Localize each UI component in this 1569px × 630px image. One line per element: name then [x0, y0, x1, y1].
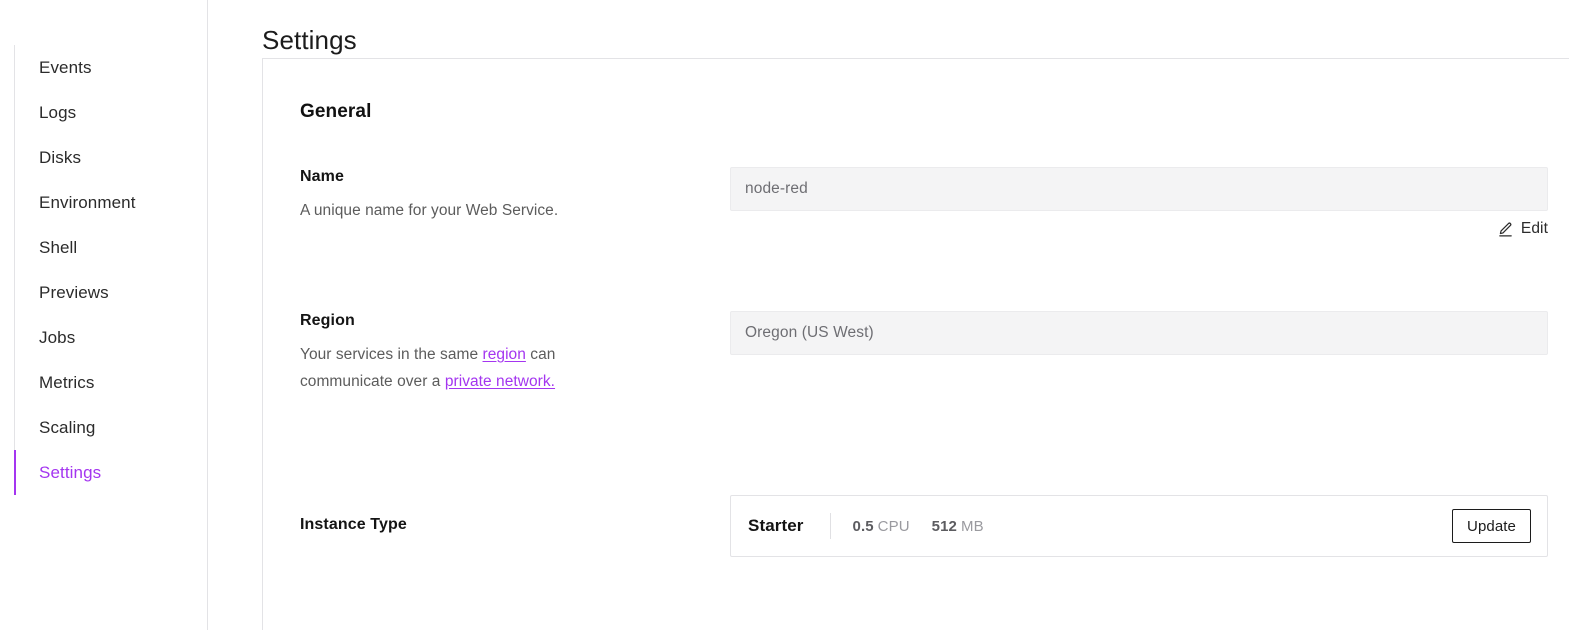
instance-cpu-unit: CPU: [878, 518, 910, 535]
region-link[interactable]: region: [483, 346, 526, 363]
sidebar-item-label: Disks: [39, 149, 81, 166]
region-input-value: Oregon (US West): [745, 324, 874, 342]
sidebar-item-label: Logs: [39, 104, 76, 121]
sidebar-nav: Events Logs Disks Environment Shell Prev…: [0, 45, 208, 495]
settings-page: Events Logs Disks Environment Shell Prev…: [0, 0, 1569, 630]
pencil-icon: [1497, 221, 1514, 238]
instance-cpu-value: 0.5: [853, 518, 874, 535]
instance-memory-unit: MB: [961, 518, 984, 535]
region-desc-part1: Your services in the same: [300, 346, 483, 363]
sidebar-item-label: Metrics: [39, 374, 94, 391]
name-input[interactable]: node-red: [730, 167, 1548, 211]
sidebar-item-settings[interactable]: Settings: [14, 450, 208, 495]
region-label-col: Region Your services in the same region …: [300, 311, 660, 395]
name-description: A unique name for your Web Service.: [300, 197, 600, 224]
page-title: Settings: [262, 25, 357, 56]
sidebar-item-label: Environment: [39, 194, 136, 211]
sidebar-item-label: Shell: [39, 239, 77, 256]
sidebar-item-label: Events: [39, 59, 92, 76]
sidebar-item-disks[interactable]: Disks: [14, 135, 208, 180]
instance-type-label-col: Instance Type: [300, 515, 660, 535]
sidebar-item-metrics[interactable]: Metrics: [14, 360, 208, 405]
sidebar-item-environment[interactable]: Environment: [14, 180, 208, 225]
instance-divider: [830, 513, 831, 539]
instance-memory-value: 512: [932, 518, 957, 535]
sidebar-item-label: Scaling: [39, 419, 95, 436]
private-network-link[interactable]: private network.: [445, 373, 555, 390]
edit-name-button[interactable]: Edit: [1497, 220, 1548, 238]
settings-card: General Name A unique name for your Web …: [262, 58, 1569, 630]
instance-plan-name: Starter: [748, 516, 804, 536]
region-field-col: Oregon (US West): [730, 311, 1548, 355]
update-instance-type-button[interactable]: Update: [1452, 509, 1531, 543]
main-content: Settings General Name A unique name for …: [208, 0, 1569, 630]
name-input-value: node-red: [745, 180, 808, 198]
sidebar-item-scaling[interactable]: Scaling: [14, 405, 208, 450]
sidebar-item-label: Previews: [39, 284, 109, 301]
sidebar-item-jobs[interactable]: Jobs: [14, 315, 208, 360]
instance-memory-spec: 512MB: [932, 518, 984, 535]
sidebar-item-logs[interactable]: Logs: [14, 90, 208, 135]
name-label-col: Name A unique name for your Web Service.: [300, 167, 660, 224]
region-description: Your services in the same region can com…: [300, 341, 600, 395]
sidebar-item-shell[interactable]: Shell: [14, 225, 208, 270]
instance-cpu-spec: 0.5CPU: [853, 518, 910, 535]
sidebar-item-previews[interactable]: Previews: [14, 270, 208, 315]
region-label: Region: [300, 311, 660, 331]
sidebar-item-label: Settings: [39, 464, 101, 481]
sidebar-item-label: Jobs: [39, 329, 75, 346]
instance-type-box: Starter 0.5CPU 512MB Update: [730, 495, 1548, 557]
sidebar: Events Logs Disks Environment Shell Prev…: [0, 0, 208, 630]
instance-type-label: Instance Type: [300, 515, 660, 535]
section-heading-general: General: [300, 101, 371, 123]
region-input[interactable]: Oregon (US West): [730, 311, 1548, 355]
name-field-col: node-red Edit: [730, 167, 1548, 211]
name-label: Name: [300, 167, 660, 187]
instance-type-field-col: Starter 0.5CPU 512MB Update: [730, 495, 1548, 557]
sidebar-item-events[interactable]: Events: [14, 45, 208, 90]
edit-label: Edit: [1521, 220, 1548, 238]
